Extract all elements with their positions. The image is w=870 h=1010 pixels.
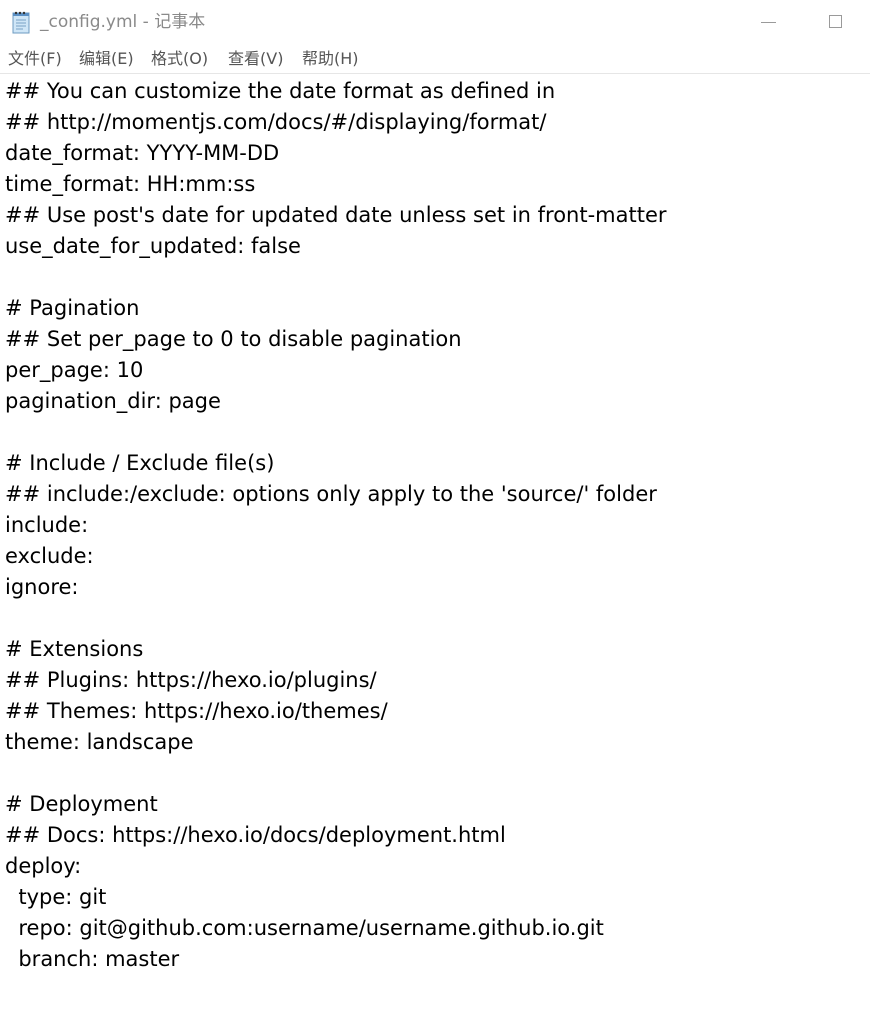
editor-line [5, 417, 667, 448]
menu-help[interactable]: 帮助(H) [300, 48, 361, 70]
editor-line: ## Use post's date for updated date unle… [5, 203, 667, 227]
editor-line: # Deployment [5, 792, 158, 816]
editor-line: deploy: [5, 854, 82, 878]
title-bar[interactable]: _config.yml - 记事本 [0, 0, 870, 44]
notepad-icon [11, 10, 32, 34]
menu-file[interactable]: 文件(F) [6, 48, 64, 70]
editor-content: ## You can customize the date format as … [5, 76, 667, 975]
menu-view[interactable]: 查看(V) [226, 48, 285, 70]
editor-line: ## Set per_page to 0 to disable paginati… [5, 327, 462, 351]
editor-line: use_date_for_updated: false [5, 234, 301, 258]
menu-bar: 文件(F) 编辑(E) 格式(O) 查看(V) 帮助(H) [0, 44, 870, 74]
editor-line [5, 603, 667, 634]
minimize-button[interactable] [740, 0, 796, 44]
editor-line: repo: git@github.com:username/username.g… [5, 916, 604, 940]
editor-line [5, 262, 667, 293]
editor-line: ## You can customize the date format as … [5, 79, 556, 103]
editor-line: # Pagination [5, 296, 140, 320]
editor-line: ## http://momentjs.com/docs/#/displaying… [5, 110, 547, 134]
editor-line: time_format: HH:mm:ss [5, 172, 256, 196]
editor-line: date_format: YYYY-MM-DD [5, 141, 280, 165]
editor-line: ## Plugins: https://hexo.io/plugins/ [5, 668, 377, 692]
text-editor[interactable]: ## You can customize the date format as … [0, 74, 870, 1010]
editor-line: include: [5, 513, 89, 537]
minimize-icon [761, 22, 776, 23]
editor-line: ignore: [5, 575, 79, 599]
editor-line: # Include / Exclude file(s) [5, 451, 275, 475]
notepad-window: _config.yml - 记事本 文件(F) 编辑(E) 格式(O) 查看(V… [0, 0, 870, 1010]
window-title: _config.yml - 记事本 [40, 12, 206, 32]
maximize-icon [829, 15, 842, 28]
editor-line: ## Docs: https://hexo.io/docs/deployment… [5, 823, 506, 847]
editor-line: type: git [5, 885, 107, 909]
editor-line: per_page: 10 [5, 358, 144, 382]
editor-line: pagination_dir: page [5, 389, 221, 413]
editor-line [5, 758, 667, 789]
editor-line: # Extensions [5, 637, 144, 661]
menu-format[interactable]: 格式(O) [149, 48, 210, 70]
editor-line: theme: landscape [5, 730, 194, 754]
editor-line: exclude: [5, 544, 94, 568]
maximize-button[interactable] [810, 0, 866, 44]
menu-edit[interactable]: 编辑(E) [77, 48, 136, 70]
editor-line: ## include:/exclude: options only apply … [5, 482, 657, 506]
editor-line: branch: master [5, 947, 180, 971]
editor-line: ## Themes: https://hexo.io/themes/ [5, 699, 388, 723]
